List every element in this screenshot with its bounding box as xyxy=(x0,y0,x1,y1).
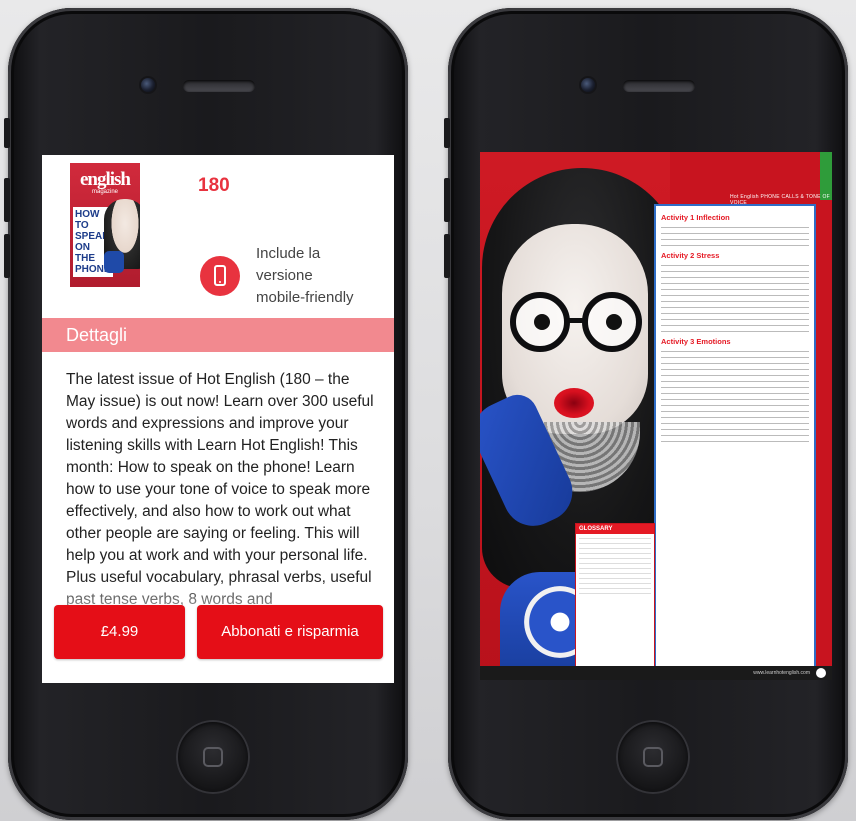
buy-issue-button[interactable]: £4.99 xyxy=(54,605,185,659)
details-heading: Dettagli xyxy=(42,318,394,352)
mute-switch xyxy=(4,118,10,148)
mobile-device-icon xyxy=(214,265,226,286)
cover-masthead: english xyxy=(79,169,131,190)
activity-title: Activity 1 Inflection xyxy=(661,213,730,222)
activity-worksheet: Activity 1 Inflection Activity 2 Stress … xyxy=(656,206,814,676)
model-mouth-image xyxy=(554,388,594,418)
home-button-icon[interactable] xyxy=(616,720,690,794)
activity-title: Activity 3 Emotions xyxy=(661,337,731,346)
volume-up-button xyxy=(4,178,10,222)
cover-phone-image xyxy=(104,251,124,273)
speaker-icon xyxy=(623,80,695,92)
glossary-title: GLOSSARY xyxy=(576,524,654,534)
mobile-friendly-label: Include la versione mobile-friendly xyxy=(256,245,354,306)
volume-up-button xyxy=(444,178,450,222)
glasses-left-lens xyxy=(510,292,570,352)
mobile-friendly-badge xyxy=(200,256,240,296)
page-footer: www.learnhotenglish.com xyxy=(480,666,832,680)
speaker-icon xyxy=(183,80,255,92)
page-number-dot xyxy=(816,668,826,678)
camera-icon xyxy=(141,78,155,92)
glossary-box: GLOSSARY xyxy=(576,524,654,670)
activity-title: Activity 2 Stress xyxy=(661,251,720,260)
volume-down-button xyxy=(444,234,450,278)
product-detail-screen: english magazine HOW TO SPEAK ON THE PHO… xyxy=(42,155,394,683)
glasses-right-lens xyxy=(582,292,642,352)
camera-icon xyxy=(581,78,595,92)
volume-down-button xyxy=(4,234,10,278)
page-header-text: Hot English PHONE CALLS & TONE OF VOICE xyxy=(730,194,831,206)
mute-switch xyxy=(444,118,450,148)
magazine-page-preview[interactable]: Hot English PHONE CALLS & TONE OF VOICE … xyxy=(480,152,832,680)
subscribe-button[interactable]: Abbonati e risparmia xyxy=(197,605,383,659)
home-button-icon[interactable] xyxy=(176,720,250,794)
product-description: The latest issue of Hot English (180 – t… xyxy=(66,371,374,608)
issue-number: 180 xyxy=(198,175,230,196)
magazine-cover-image[interactable]: english magazine HOW TO SPEAK ON THE PHO… xyxy=(70,163,140,287)
cover-magazine-label: magazine xyxy=(91,189,118,195)
glasses-bridge xyxy=(568,318,584,323)
page-tab-marker xyxy=(820,152,832,200)
